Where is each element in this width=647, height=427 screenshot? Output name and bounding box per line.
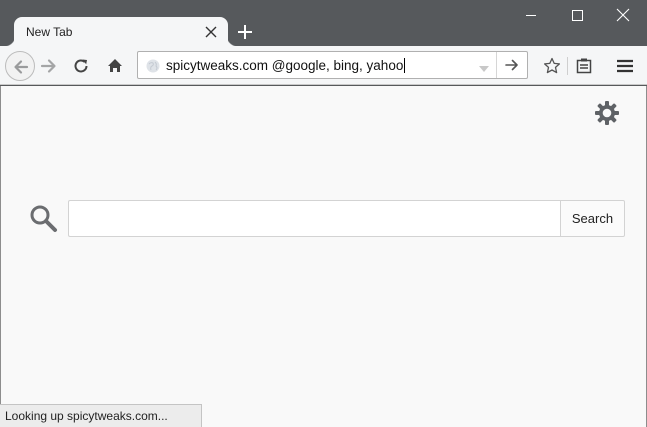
history-dropdown-icon[interactable] [478,61,490,72]
title-bar: New Tab [0,0,647,47]
window-maximize-icon[interactable] [554,0,600,30]
window-minimize-icon[interactable] [508,0,554,30]
status-panel: Looking up spicytweaks.com... [0,404,202,427]
hamburger-menu-icon[interactable] [614,55,636,77]
magnifier-icon [28,203,58,233]
new-tab-plus-icon[interactable] [235,22,255,42]
home-icon[interactable] [104,55,126,77]
go-arrow-icon[interactable] [502,56,522,74]
bookmark-star-icon[interactable] [541,55,563,77]
tab-new-tab[interactable]: New Tab [4,17,238,47]
window-close-icon[interactable] [600,0,646,30]
toolbar-divider [567,57,568,75]
search-input[interactable] [68,200,561,237]
gear-icon[interactable] [594,100,620,126]
close-tab-icon[interactable] [202,23,220,41]
url-bar[interactable]: spicytweaks.com @google, bing, yahoo [137,51,528,79]
new-tab-page: Search [0,86,647,427]
url-input[interactable]: spicytweaks.com @google, bing, yahoo [166,58,406,73]
reload-icon[interactable] [70,55,92,77]
url-divider [496,52,497,78]
library-icon[interactable] [573,55,595,77]
back-arrow-icon[interactable] [5,51,35,81]
globe-icon [146,59,160,73]
search-button[interactable]: Search [560,200,625,237]
forward-arrow-icon[interactable] [38,55,60,77]
tab-title: New Tab [26,25,73,39]
navigation-toolbar: spicytweaks.com @google, bing, yahoo [0,46,647,85]
